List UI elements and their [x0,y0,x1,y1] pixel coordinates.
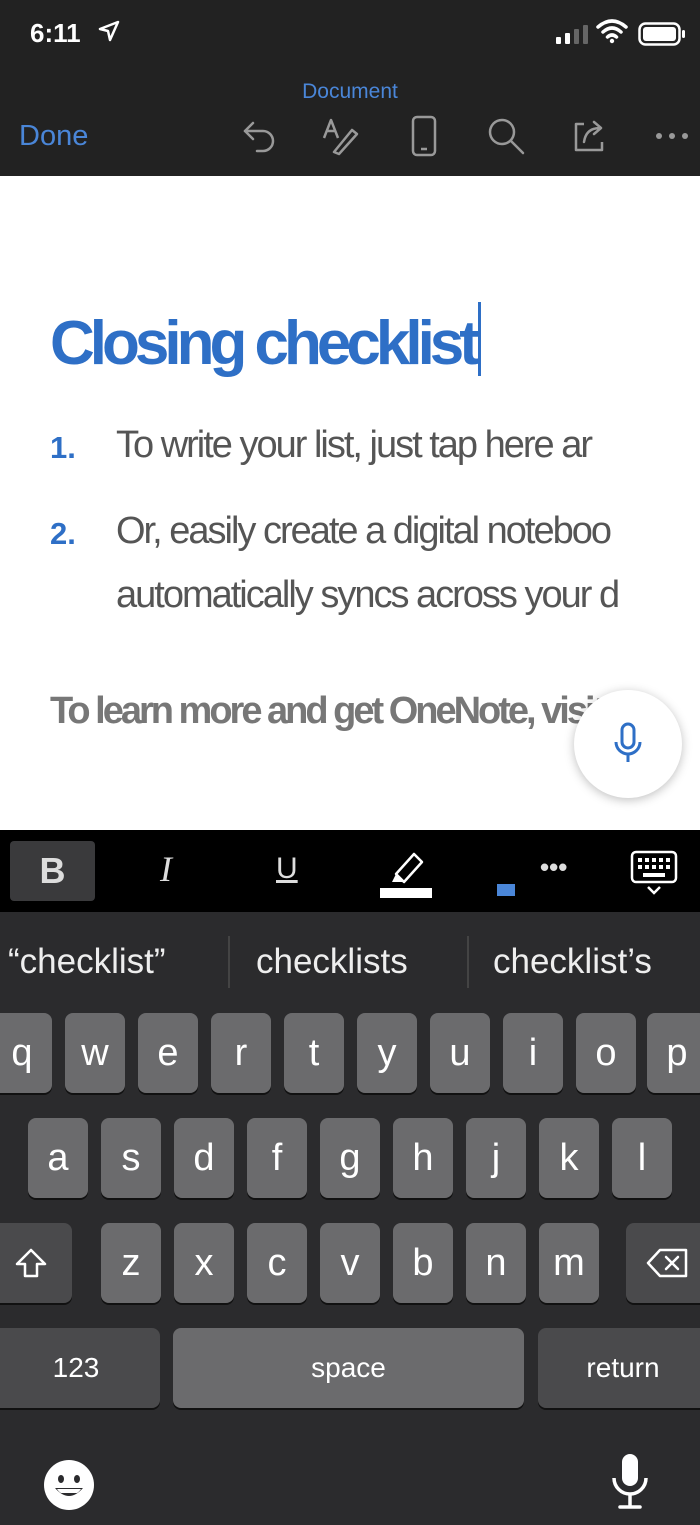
shift-icon [15,1248,47,1278]
key-t[interactable]: t [284,1013,344,1093]
suggestion-item[interactable]: “checklist” [8,942,166,982]
list-number: 2. [50,516,76,551]
battery-icon [638,22,686,51]
key-h[interactable]: h [393,1118,453,1198]
space-key[interactable]: space [173,1328,524,1408]
key-g[interactable]: g [320,1118,380,1198]
share-icon[interactable] [568,114,612,158]
keyboard: “checklist” checklists checklist’s q w e… [0,912,700,1525]
return-key[interactable]: return [538,1328,700,1408]
key-c[interactable]: c [247,1223,307,1303]
microphone-icon [614,722,642,762]
text-cursor [477,302,481,376]
key-m[interactable]: m [539,1223,599,1303]
key-s[interactable]: s [101,1118,161,1198]
backspace-icon [646,1248,688,1278]
format-bar: B I U ••• [0,830,700,912]
key-o[interactable]: o [576,1013,636,1093]
suggestion-bar: “checklist” checklists checklist’s [0,912,700,1012]
numbers-key[interactable]: 123 [0,1328,160,1408]
suggestion-divider [228,936,230,988]
highlighter-icon[interactable] [378,848,434,905]
delete-key[interactable] [626,1223,700,1303]
key-v[interactable]: v [320,1223,380,1303]
key-k[interactable]: k [539,1118,599,1198]
more-formatting-button[interactable]: ••• [540,852,567,883]
format-text-icon[interactable] [318,114,362,158]
list-item-text[interactable]: Or, easily create a digital noteboo [116,510,612,553]
key-i[interactable]: i [503,1013,563,1093]
location-arrow-icon [98,20,120,47]
search-icon[interactable] [484,114,528,158]
cellular-signal-icon [556,22,588,44]
key-u[interactable]: u [430,1013,490,1093]
more-icon[interactable] [650,114,694,158]
key-f[interactable]: f [247,1118,307,1198]
key-y[interactable]: y [357,1013,417,1093]
key-p[interactable]: p [647,1013,700,1093]
emoji-icon[interactable] [42,1458,96,1517]
document-canvas[interactable]: Closing checklist 1. To write your list,… [0,176,700,830]
key-a[interactable]: a [28,1118,88,1198]
key-j[interactable]: j [466,1118,526,1198]
document-toolbar: Document Done [0,68,700,176]
dictation-icon[interactable] [610,1452,650,1517]
key-l[interactable]: l [612,1118,672,1198]
key-w[interactable]: w [65,1013,125,1093]
list-item-text[interactable]: To write your list, just tap here ar [116,424,593,467]
heading-text: Closing checklist [50,309,480,378]
hide-keyboard-icon[interactable] [630,850,678,901]
mobile-view-icon[interactable] [402,114,446,158]
key-b[interactable]: b [393,1223,453,1303]
suggestion-item[interactable]: checklists [256,942,408,982]
done-button[interactable]: Done [19,120,88,153]
suggestion-item[interactable]: checklist’s [493,942,652,982]
shift-key[interactable] [0,1223,72,1303]
key-d[interactable]: d [174,1118,234,1198]
list-item-text[interactable]: automatically syncs across your d [116,574,620,617]
suggestion-divider [467,936,469,988]
key-x[interactable]: x [174,1223,234,1303]
italic-button[interactable]: I [160,848,172,890]
status-bar: 6:11 [0,0,700,68]
document-heading[interactable]: Closing checklist [50,302,481,379]
document-title[interactable]: Document [0,80,700,104]
dictate-button[interactable] [574,690,682,798]
underline-button[interactable]: U [276,852,298,886]
status-time: 6:11 [30,18,81,48]
bold-button[interactable]: B [10,841,95,901]
key-z[interactable]: z [101,1223,161,1303]
font-color-swatch[interactable] [497,884,515,896]
key-q[interactable]: q [0,1013,52,1093]
key-r[interactable]: r [211,1013,271,1093]
footer-text[interactable]: To learn more and get OneNote, visit [50,690,605,733]
key-e[interactable]: e [138,1013,198,1093]
list-number: 1. [50,430,76,465]
wifi-icon [596,18,628,49]
undo-icon[interactable] [238,114,282,158]
key-n[interactable]: n [466,1223,526,1303]
